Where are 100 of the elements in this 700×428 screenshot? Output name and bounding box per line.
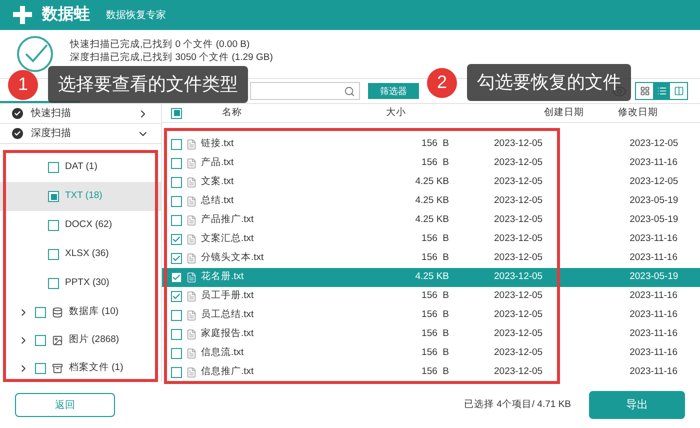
file-size: 156 B xyxy=(420,156,449,170)
file-size: 156 B xyxy=(420,137,449,152)
checkbox[interactable] xyxy=(171,158,182,169)
file-row[interactable]: 产品推广.txt 4.25 KB 2023-12-05 2023-05-19 xyxy=(162,211,700,230)
checkbox[interactable] xyxy=(48,220,59,231)
checkbox[interactable] xyxy=(48,278,59,289)
file-type-item[interactable]: 数据库 (10) xyxy=(0,298,161,326)
modified-date: 2023-05-19 xyxy=(630,270,678,284)
checkbox[interactable] xyxy=(171,310,182,321)
column-header[interactable]: 创建日期 xyxy=(544,106,584,120)
file-name: 员工手册.txt xyxy=(201,289,255,304)
file-icon xyxy=(186,310,197,321)
scan-section[interactable]: 深度扫描 xyxy=(0,124,161,144)
brand-subtitle: 数据恢复专家 xyxy=(106,8,166,22)
modified-date: 2023-11-16 xyxy=(630,156,678,170)
list-view-button[interactable] xyxy=(653,83,670,99)
checkbox[interactable] xyxy=(171,196,182,207)
file-size: 156 B xyxy=(420,346,449,360)
checkbox[interactable] xyxy=(35,362,46,374)
file-icon xyxy=(186,329,197,340)
column-header[interactable]: 大小 xyxy=(386,106,476,120)
checkbox[interactable] xyxy=(171,329,182,340)
checkbox[interactable] xyxy=(48,191,59,202)
file-type-item[interactable]: 图片 (2868) xyxy=(0,326,161,354)
file-name: 花名册.txt xyxy=(201,270,245,284)
search-icon[interactable] xyxy=(344,86,355,96)
file-row[interactable]: 员工总结.txt 156 B 2023-12-05 2023-11-16 xyxy=(162,306,700,325)
file-name: 产品推广.txt xyxy=(201,213,255,228)
brand-name: 数据蛙 xyxy=(42,4,90,25)
file-name: 信息推广.txt xyxy=(201,365,255,380)
checkbox[interactable] xyxy=(171,367,182,378)
file-size: 156 B xyxy=(420,365,449,380)
file-icon xyxy=(186,253,197,264)
search-field[interactable] xyxy=(250,82,360,100)
checkbox[interactable] xyxy=(35,334,46,346)
file-row[interactable]: 产品.txt 156 B 2023-12-05 2023-11-16 xyxy=(162,154,700,173)
file-row[interactable]: 文案.txt 4.25 KB 2023-12-05 2023-12-05 xyxy=(162,173,700,192)
checkbox[interactable] xyxy=(171,139,182,150)
modified-date: 2023-11-16 xyxy=(630,346,678,360)
database-icon xyxy=(52,306,63,318)
checkbox[interactable] xyxy=(35,306,46,318)
step-number: 1 xyxy=(8,70,38,100)
file-size: 156 B xyxy=(420,308,449,322)
checkbox[interactable] xyxy=(171,348,182,359)
file-type-item[interactable]: XLSX (36) xyxy=(0,240,161,269)
checkbox[interactable] xyxy=(171,291,182,302)
checkbox[interactable] xyxy=(48,162,59,173)
file-row[interactable]: 分镜头文本.txt 156 B 2023-12-05 2023-11-16 xyxy=(162,249,700,268)
file-type-label: 档案文件 (1) xyxy=(69,360,124,375)
file-type-item[interactable]: 档案文件 (1) xyxy=(0,354,161,382)
file-type-item[interactable]: PPTX (30) xyxy=(0,269,161,298)
file-name: 产品.txt xyxy=(201,156,235,170)
file-name: 文案.txt xyxy=(201,175,235,190)
file-icon xyxy=(186,291,197,302)
archive-icon xyxy=(52,362,63,374)
modified-date: 2023-11-16 xyxy=(630,365,678,380)
modified-date: 2023-05-19 xyxy=(630,213,678,228)
step-number: 2 xyxy=(427,68,457,98)
file-icon xyxy=(186,348,197,359)
file-icon xyxy=(186,215,197,226)
callout-tooltip: 选择要查看的文件类型 xyxy=(48,66,248,103)
file-name: 家庭报告.txt xyxy=(201,327,255,342)
file-icon xyxy=(186,234,197,245)
checkbox[interactable] xyxy=(48,249,59,260)
created-date: 2023-12-05 xyxy=(494,213,543,228)
file-size: 4.25 KB xyxy=(414,270,449,284)
file-row[interactable]: 信息推广.txt 156 B 2023-12-05 2023-11-16 xyxy=(162,363,700,382)
file-row[interactable]: 总结.txt 4.25 KB 2023-12-05 2023-05-19 xyxy=(162,192,700,211)
checkbox[interactable] xyxy=(171,272,182,283)
file-row[interactable]: 信息流.txt 156 B 2023-12-05 2023-11-16 xyxy=(162,344,700,363)
file-type-item[interactable]: DAT (1) xyxy=(0,153,161,182)
column-header[interactable]: 修改日期 xyxy=(618,106,658,120)
checkbox[interactable] xyxy=(171,234,182,245)
checkbox[interactable] xyxy=(171,215,182,226)
file-type-label: DOCX (62) xyxy=(65,218,112,232)
file-type-item[interactable]: DOCX (62) xyxy=(0,211,161,240)
file-size: 156 B xyxy=(420,289,449,304)
file-name: 文案汇总.txt xyxy=(201,232,255,246)
file-row[interactable]: 链接.txt 156 B 2023-12-05 2023-12-05 xyxy=(162,135,700,154)
file-row[interactable]: 员工手册.txt 156 B 2023-12-05 2023-11-16 xyxy=(162,287,700,306)
file-row[interactable]: 家庭报告.txt 156 B 2023-12-05 2023-11-16 xyxy=(162,325,700,344)
scan-section[interactable]: 快速扫描 xyxy=(0,104,161,124)
created-date: 2023-12-05 xyxy=(494,270,543,284)
file-row[interactable]: 文案汇总.txt 156 B 2023-12-05 2023-11-16 xyxy=(162,230,700,249)
modified-date: 2023-11-16 xyxy=(630,308,678,322)
checkbox[interactable] xyxy=(171,108,182,118)
column-header[interactable]: 名称 xyxy=(222,106,282,120)
file-name: 信息流.txt xyxy=(201,346,245,360)
created-date: 2023-12-05 xyxy=(494,289,543,304)
checkbox[interactable] xyxy=(171,177,182,188)
file-type-label: PPTX (30) xyxy=(65,276,110,290)
file-type-label: TXT (18) xyxy=(65,189,102,204)
scan-summary: 快速扫描已完成,已找到 0 个文件 (0.00 B) xyxy=(70,40,251,49)
file-type-label: DAT (1) xyxy=(65,160,98,174)
created-date: 2023-12-05 xyxy=(494,175,543,190)
file-size: 156 B xyxy=(420,327,449,342)
file-name: 链接.txt xyxy=(201,137,235,152)
modified-date: 2023-11-16 xyxy=(630,232,678,246)
file-size: 4.25 KB xyxy=(414,175,449,190)
checkbox[interactable] xyxy=(171,253,182,264)
